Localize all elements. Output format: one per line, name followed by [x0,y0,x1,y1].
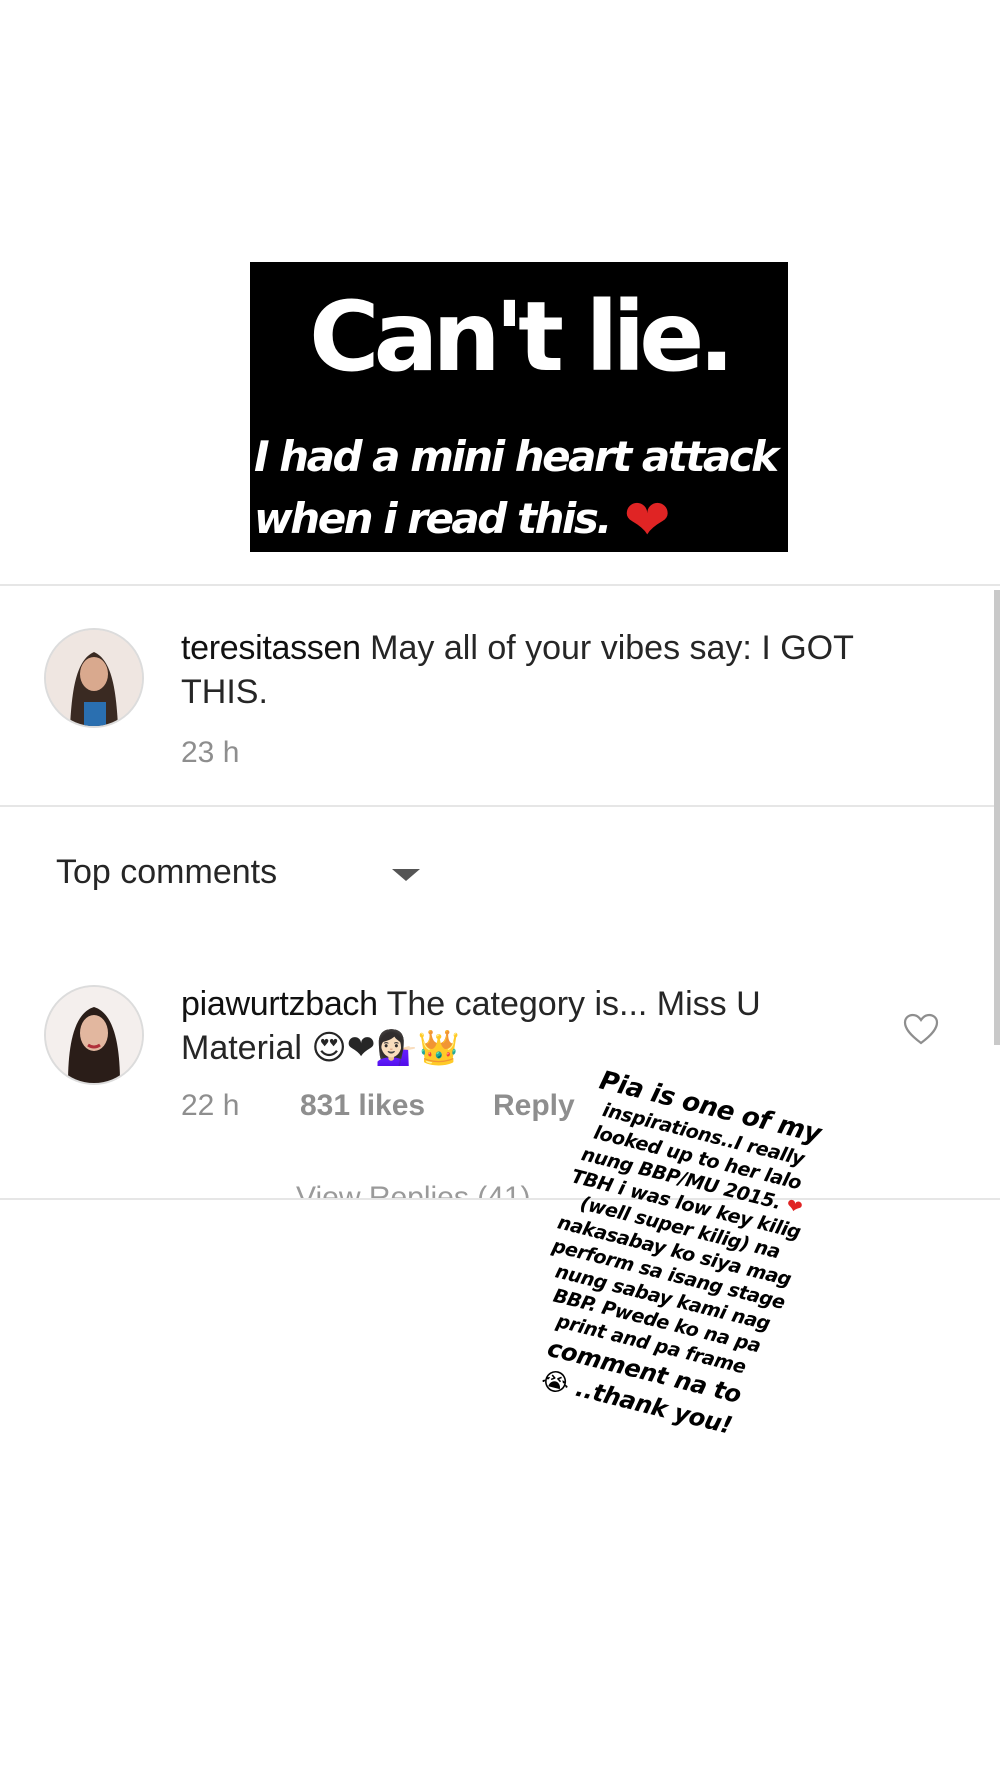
headline-title: Can't lie. [309,281,735,393]
avatar-photo-icon [46,630,142,726]
divider-top [0,584,1000,586]
crying-emoji: 😭 [538,1365,573,1400]
sort-dropdown-label[interactable]: Top comments [56,853,277,892]
likes-count[interactable]: 831 likes [300,1089,425,1123]
avatar[interactable] [44,628,144,728]
headline-line-1: I had a mini heart attack [254,432,779,481]
avatar-photo-icon [46,987,142,1083]
heart-outline-icon[interactable] [903,1013,939,1045]
comment-body: piawurtzbach The category is... Miss U M… [181,982,871,1070]
avatar[interactable] [44,985,144,1085]
headline-line-2-text: when i read this. [254,494,612,543]
comment-username[interactable]: piawurtzbach [181,985,378,1023]
comment-body: teresitassen May all of your vibes say: … [181,626,871,714]
comment-time: 22 h [181,1089,240,1122]
comment-username[interactable]: teresitassen [181,629,361,667]
reply-button[interactable]: Reply [493,1089,575,1123]
headline-line-2: when i read this. ❤ [250,488,788,552]
heart-emoji: ❤ [783,1194,805,1220]
story-background [0,1200,1000,1777]
view-replies-link[interactable]: View Replies (41) [296,1176,531,1200]
divider-middle [0,805,1000,807]
chevron-down-icon[interactable] [392,869,420,881]
story-headline: Can't lie. I had a mini heart attack whe… [250,262,788,552]
comment-time: 23 h [181,736,240,769]
comment-emojis: 😍❤💁🏻‍♀️👑 [311,1029,460,1067]
scrollbar[interactable] [994,590,1000,1045]
heart-emoji: ❤ [623,488,671,553]
